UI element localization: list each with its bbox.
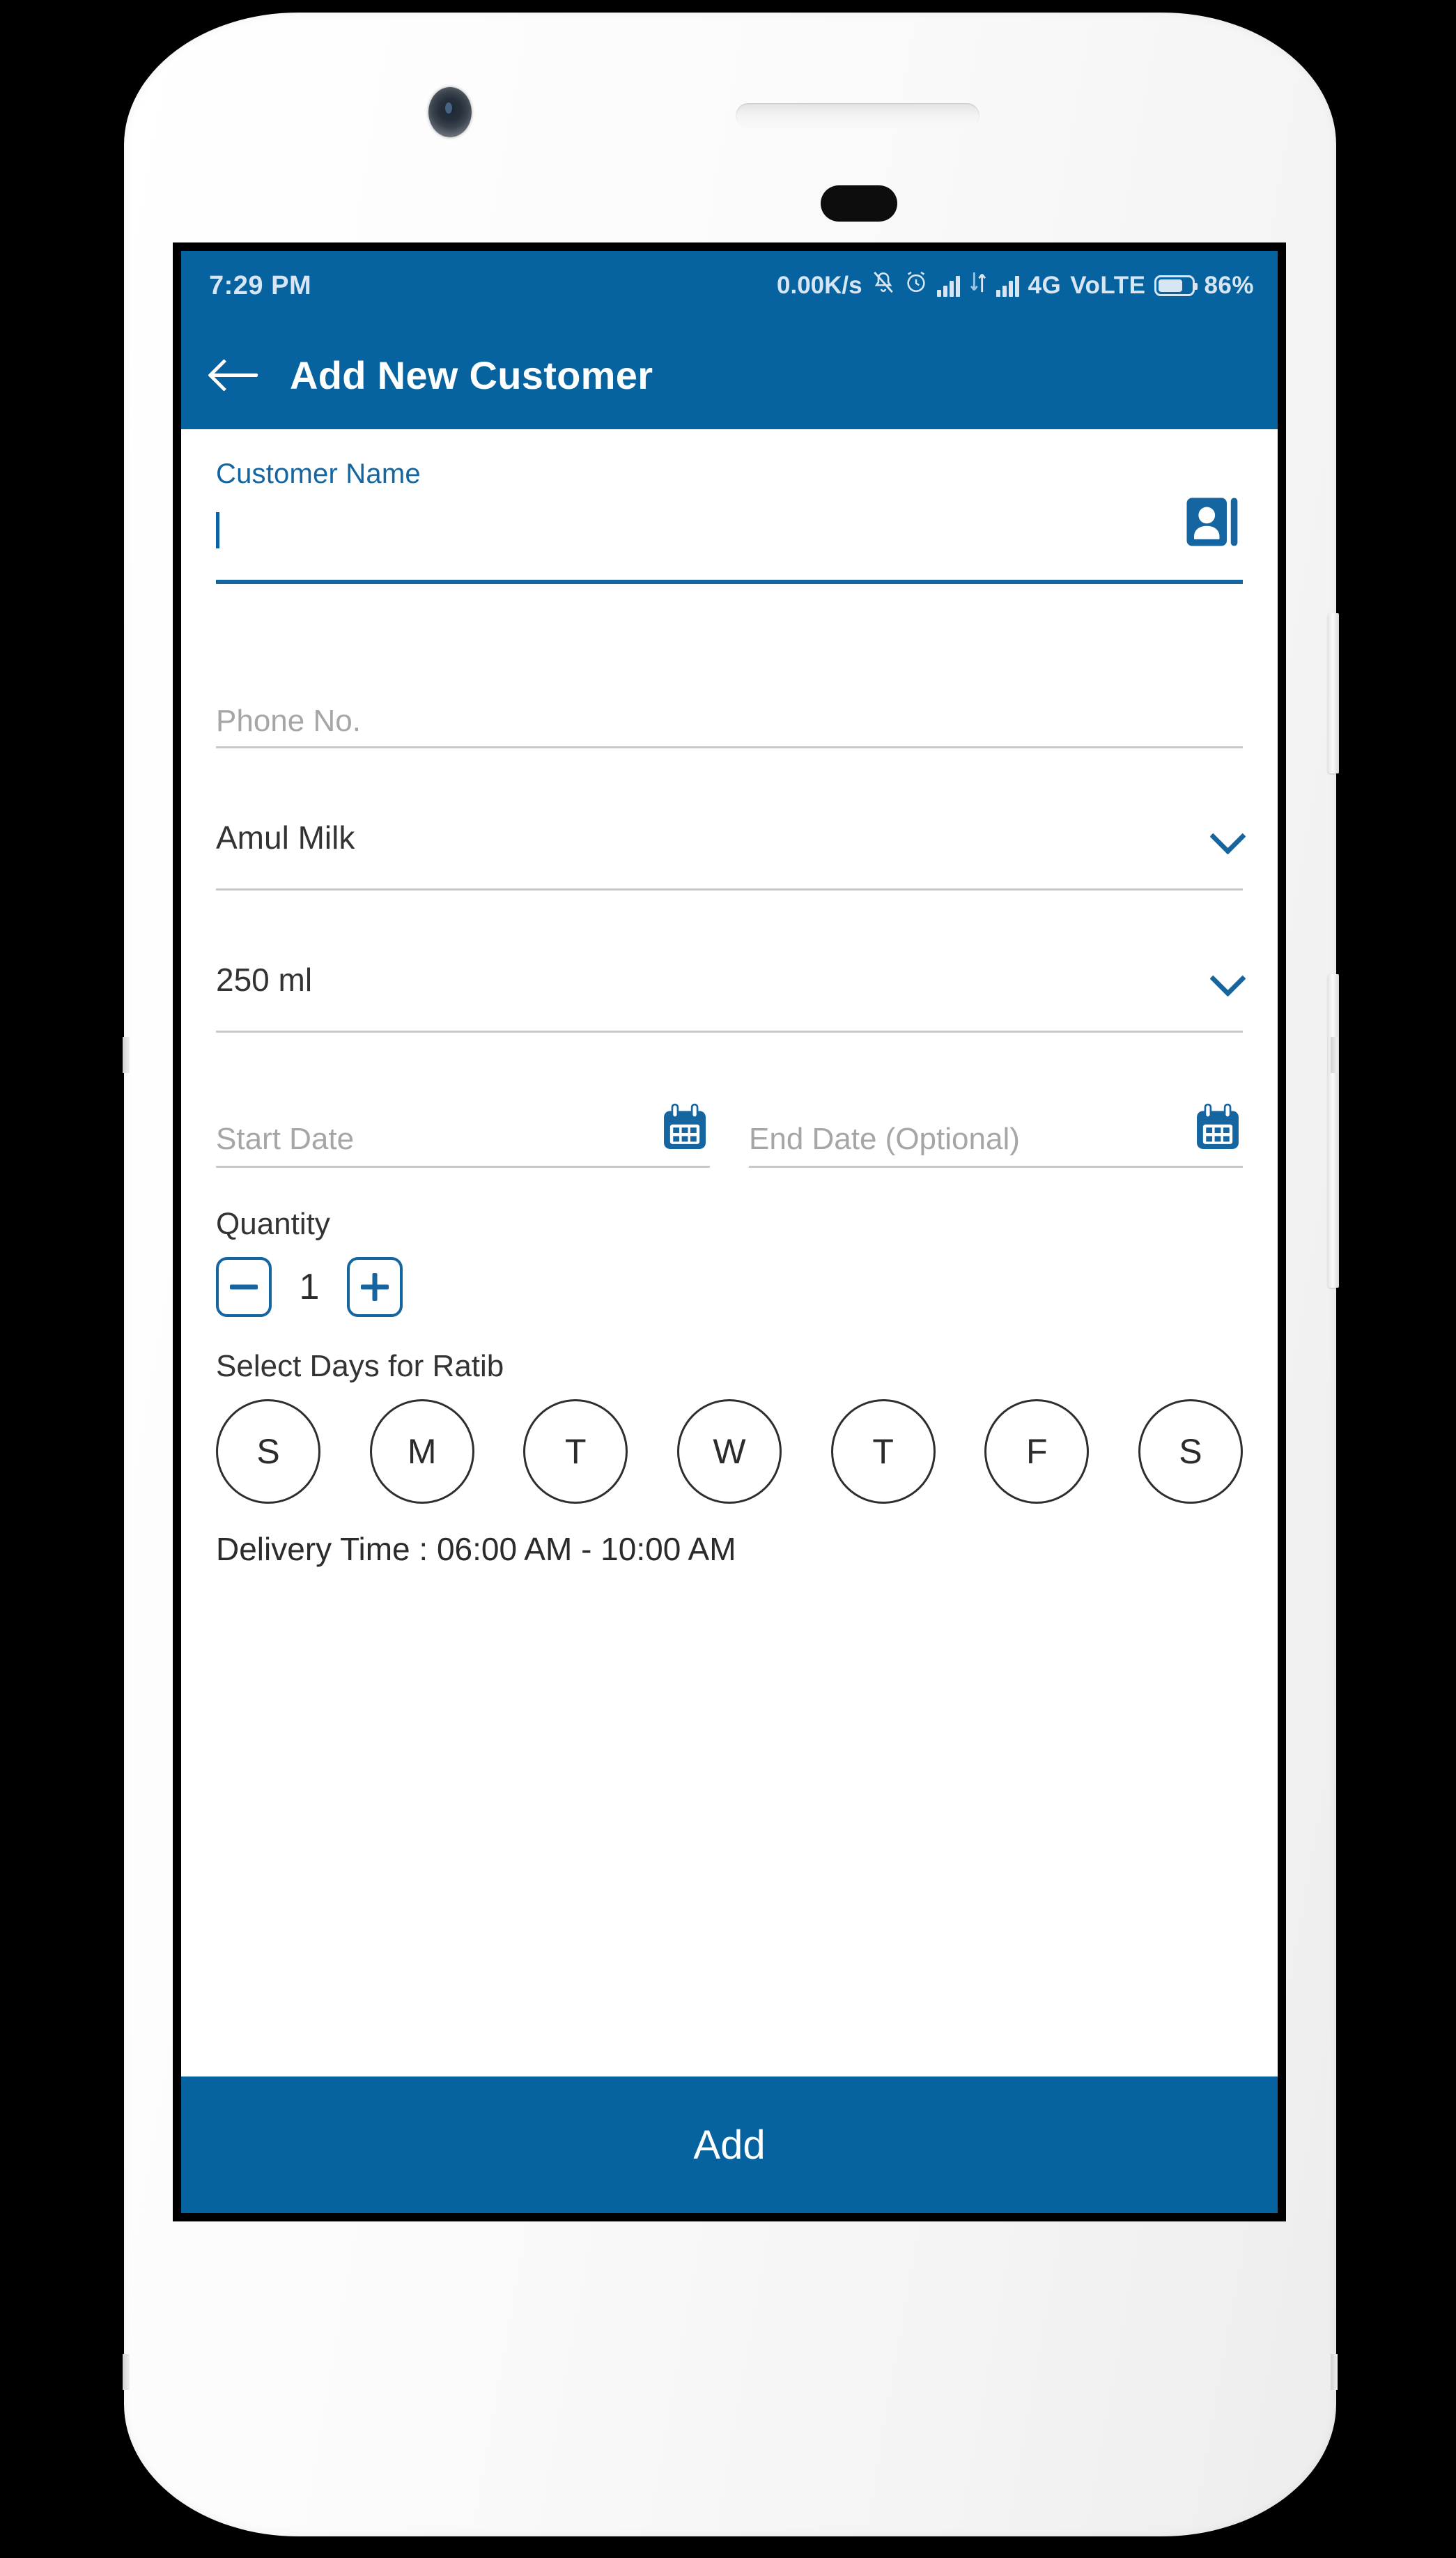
back-arrow-icon[interactable] [212, 358, 259, 392]
volume-button[interactable] [1328, 974, 1339, 1288]
network-speed-text: 0.00K/s [777, 272, 862, 299]
customer-name-input-row[interactable] [216, 490, 1243, 557]
size-select[interactable]: 250 ml [216, 931, 1243, 1033]
day-chip-friday[interactable]: F [984, 1399, 1090, 1504]
calendar-icon[interactable] [1193, 1102, 1243, 1154]
form-body: Customer Name Phone No. Amul Milk 250 ml… [181, 429, 1278, 2075]
chevron-down-icon[interactable] [1212, 822, 1243, 853]
battery-percent-text: 86% [1204, 272, 1254, 299]
day-chip-tuesday[interactable]: T [523, 1399, 628, 1504]
app-bar: Add New Customer [181, 321, 1278, 429]
start-date-placeholder: Start Date [216, 1122, 355, 1156]
antenna-notch [123, 2354, 130, 2390]
customer-name-label: Customer Name [216, 459, 421, 489]
quantity-increment-button[interactable] [347, 1257, 403, 1317]
day-chip-sunday[interactable]: S [216, 1399, 320, 1504]
product-select[interactable]: Amul Milk [216, 789, 1243, 891]
volte-text: VoLTE [1070, 272, 1146, 299]
signal-bars-icon [936, 275, 960, 297]
size-underline [216, 1031, 1243, 1033]
quantity-decrement-button[interactable] [216, 1257, 272, 1317]
phone-screen: 7:29 PM 0.00K/s 4G VoLTE 86% Add New Cus… [181, 251, 1278, 2213]
contacts-book-icon[interactable] [1179, 490, 1243, 554]
delivery-time-text: Delivery Time : 06:00 AM - 10:00 AM [216, 1531, 736, 1567]
end-date-placeholder: End Date (Optional) [749, 1122, 1020, 1156]
end-date-field[interactable]: End Date (Optional) [749, 1091, 1243, 1168]
date-row: Start Date End Date (Optional) [216, 1091, 1243, 1168]
start-date-field[interactable]: Start Date [216, 1091, 710, 1168]
add-button[interactable]: Add [181, 2075, 1278, 2213]
power-button[interactable] [1328, 613, 1339, 773]
day-chip-thursday[interactable]: T [830, 1399, 936, 1504]
product-underline [216, 888, 1243, 891]
alarm-icon [904, 270, 928, 301]
data-transfer-icon [969, 270, 987, 301]
select-days-label: Select Days for Ratib [216, 1349, 504, 1383]
minus-icon [230, 1284, 258, 1290]
front-camera-icon [428, 87, 472, 137]
calendar-icon[interactable] [660, 1102, 710, 1154]
day-chip-wednesday[interactable]: W [676, 1399, 782, 1504]
day-selector: S M T W T F S [216, 1399, 1243, 1504]
proximity-sensor [821, 185, 897, 222]
status-bar: 7:29 PM 0.00K/s 4G VoLTE 86% [181, 251, 1278, 321]
battery-icon [1154, 275, 1198, 296]
status-time: 7:29 PM [209, 270, 312, 300]
phone-field[interactable]: Phone No. [216, 673, 1243, 748]
antenna-notch [1331, 1037, 1338, 1073]
chevron-down-icon[interactable] [1212, 964, 1243, 995]
quantity-value: 1 [299, 1267, 320, 1307]
quantity-stepper: 1 [216, 1257, 1243, 1317]
mute-icon [872, 270, 895, 301]
antenna-notch [123, 1037, 130, 1073]
earpiece-speaker [736, 103, 979, 128]
antenna-notch [1331, 2354, 1338, 2390]
page-title: Add New Customer [290, 353, 653, 397]
screenshot-stage: 7:29 PM 0.00K/s 4G VoLTE 86% Add New Cus… [0, 0, 1456, 2558]
phone-underline [216, 746, 1243, 748]
text-cursor [216, 512, 219, 548]
network-type-text: 4G [1028, 272, 1062, 299]
quantity-label: Quantity [216, 1207, 330, 1241]
end-date-underline [749, 1166, 1243, 1168]
signal-bars-icon [996, 275, 1019, 297]
day-chip-saturday[interactable]: S [1138, 1399, 1243, 1504]
start-date-underline [216, 1166, 710, 1168]
status-icons-group: 0.00K/s 4G VoLTE 86% [777, 270, 1254, 301]
customer-name-field[interactable]: Customer Name [216, 459, 1243, 584]
plus-icon [372, 1273, 378, 1301]
customer-name-underline [216, 580, 1243, 584]
product-value: Amul Milk [216, 819, 355, 856]
size-value: 250 ml [216, 962, 313, 998]
screen-bezel: 7:29 PM 0.00K/s 4G VoLTE 86% Add New Cus… [173, 242, 1286, 2221]
day-chip-monday[interactable]: M [369, 1399, 474, 1504]
phone-placeholder: Phone No. [216, 704, 361, 738]
